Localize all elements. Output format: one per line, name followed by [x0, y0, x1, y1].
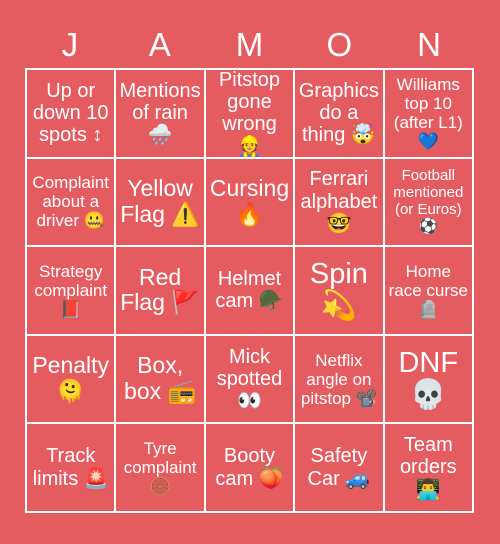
bingo-cell-r1-c0[interactable]: Complaint about a driver 🤐	[27, 158, 117, 248]
bingo-cell-label: Pitstop gone wrong 👷	[218, 70, 281, 158]
header-letter-0: J	[61, 26, 79, 63]
bingo-cell-r2-c4[interactable]: Home race curse 🪦	[384, 247, 474, 336]
bingo-cell-r2-c3[interactable]: Spin 💫	[295, 247, 385, 336]
bingo-cell-r4-c4[interactable]: Team orders 👨‍💻	[384, 424, 474, 513]
bingo-cell-label: Graphics do a thing 🤯	[298, 79, 379, 147]
bingo-cell-r3-c4[interactable]: DNF 💀	[384, 335, 474, 425]
bingo-cell-r3-c0[interactable]: Penalty 🫠	[27, 335, 117, 425]
bingo-cell-label: Up or down 10 spots ↕	[32, 79, 109, 147]
bingo-cell-r1-c4[interactable]: Football mentioned (or Euros) ⚽	[384, 158, 474, 248]
bingo-cell-r0-c0[interactable]: Up or down 10 spots ↕	[27, 70, 117, 159]
bingo-cell-r3-c1[interactable]: Box, box 📻	[116, 335, 206, 425]
bingo-cell-r4-c0[interactable]: Track limits 🚨	[27, 424, 117, 513]
bingo-cell-r0-c2[interactable]: Pitstop gone wrong 👷	[205, 70, 296, 159]
bingo-cell-r2-c1[interactable]: Red Flag 🚩	[116, 247, 206, 336]
bingo-cell-label: Home race curse 🪦	[388, 261, 468, 319]
bingo-cell-label: Spin 💫	[309, 258, 368, 323]
bingo-cell-label: Team orders 👨‍💻	[399, 434, 457, 501]
bingo-cell-label: Strategy complaint 📕	[34, 261, 108, 319]
bingo-cell-r1-c2[interactable]: Cursing 🔥	[205, 158, 296, 248]
bingo-cell-r1-c3[interactable]: Ferrari alphabet 🤓	[295, 158, 385, 248]
bingo-cell-r4-c3[interactable]: Safety Car 🚙	[295, 424, 385, 513]
bingo-cell-label: Mentions of rain 🌧️	[119, 79, 201, 147]
bingo-cell-label: Yellow Flag ⚠️	[120, 175, 200, 227]
bingo-cell-label: Helmet cam 🪖	[215, 268, 284, 313]
bingo-cell-label: Track limits 🚨	[32, 445, 109, 490]
bingo-cell-r4-c2[interactable]: Booty cam 🍑	[205, 424, 296, 513]
bingo-cell-r0-c4[interactable]: Williams top 10 (after L1) 💙	[384, 70, 474, 159]
bingo-cell-label: Football mentioned (or Euros) ⚽	[393, 167, 464, 235]
bingo-cell-r4-c1[interactable]: Tyre complaint 🛞	[116, 424, 206, 513]
bingo-header: J A M O N	[25, 22, 474, 68]
bingo-cell-r0-c1[interactable]: Mentions of rain 🌧️	[116, 70, 206, 159]
header-letter-3: O	[326, 26, 353, 63]
bingo-cell-label: Netflix angle on pitstop 📽️	[300, 350, 377, 408]
header-letter-2: M	[235, 26, 264, 63]
header-letter-1: A	[148, 26, 171, 63]
bingo-cell-label: Red Flag 🚩	[120, 263, 200, 316]
bingo-cell-r3-c3[interactable]: Netflix angle on pitstop 📽️	[295, 335, 385, 425]
bingo-card: J A M O N Up or down 10 spots ↕ Mentions…	[0, 0, 500, 544]
bingo-cell-label: Safety Car 🚙	[307, 445, 371, 490]
bingo-cell-label: Penalty 🫠	[32, 352, 110, 405]
bingo-cell-label: DNF 💀	[398, 346, 459, 412]
bingo-cell-label: Tyre complaint 🛞	[123, 439, 197, 497]
bingo-cell-label: Box, box 📻	[124, 352, 197, 405]
bingo-cell-r1-c1[interactable]: Yellow Flag ⚠️	[116, 158, 206, 248]
bingo-grid: Up or down 10 spots ↕ Mentions of rain 🌧…	[25, 68, 474, 513]
bingo-cell-r2-c2[interactable]: Helmet cam 🪖	[205, 247, 296, 336]
bingo-cell-label: Complaint about a driver 🤐	[32, 173, 109, 231]
bingo-cell-label: Mick spotted 👀	[216, 345, 283, 413]
bingo-cell-r0-c3[interactable]: Graphics do a thing 🤯	[295, 70, 385, 159]
bingo-cell-label: Cursing 🔥	[209, 175, 290, 227]
bingo-cell-label: Booty cam 🍑	[215, 445, 284, 490]
bingo-cell-r3-c2[interactable]: Mick spotted 👀	[205, 335, 296, 425]
header-letter-4: N	[417, 26, 441, 63]
bingo-cell-label: Ferrari alphabet 🤓	[300, 168, 378, 236]
bingo-cell-label: Williams top 10 (after L1) 💙	[393, 75, 463, 152]
bingo-cell-r2-c0[interactable]: Strategy complaint 📕	[27, 247, 117, 336]
